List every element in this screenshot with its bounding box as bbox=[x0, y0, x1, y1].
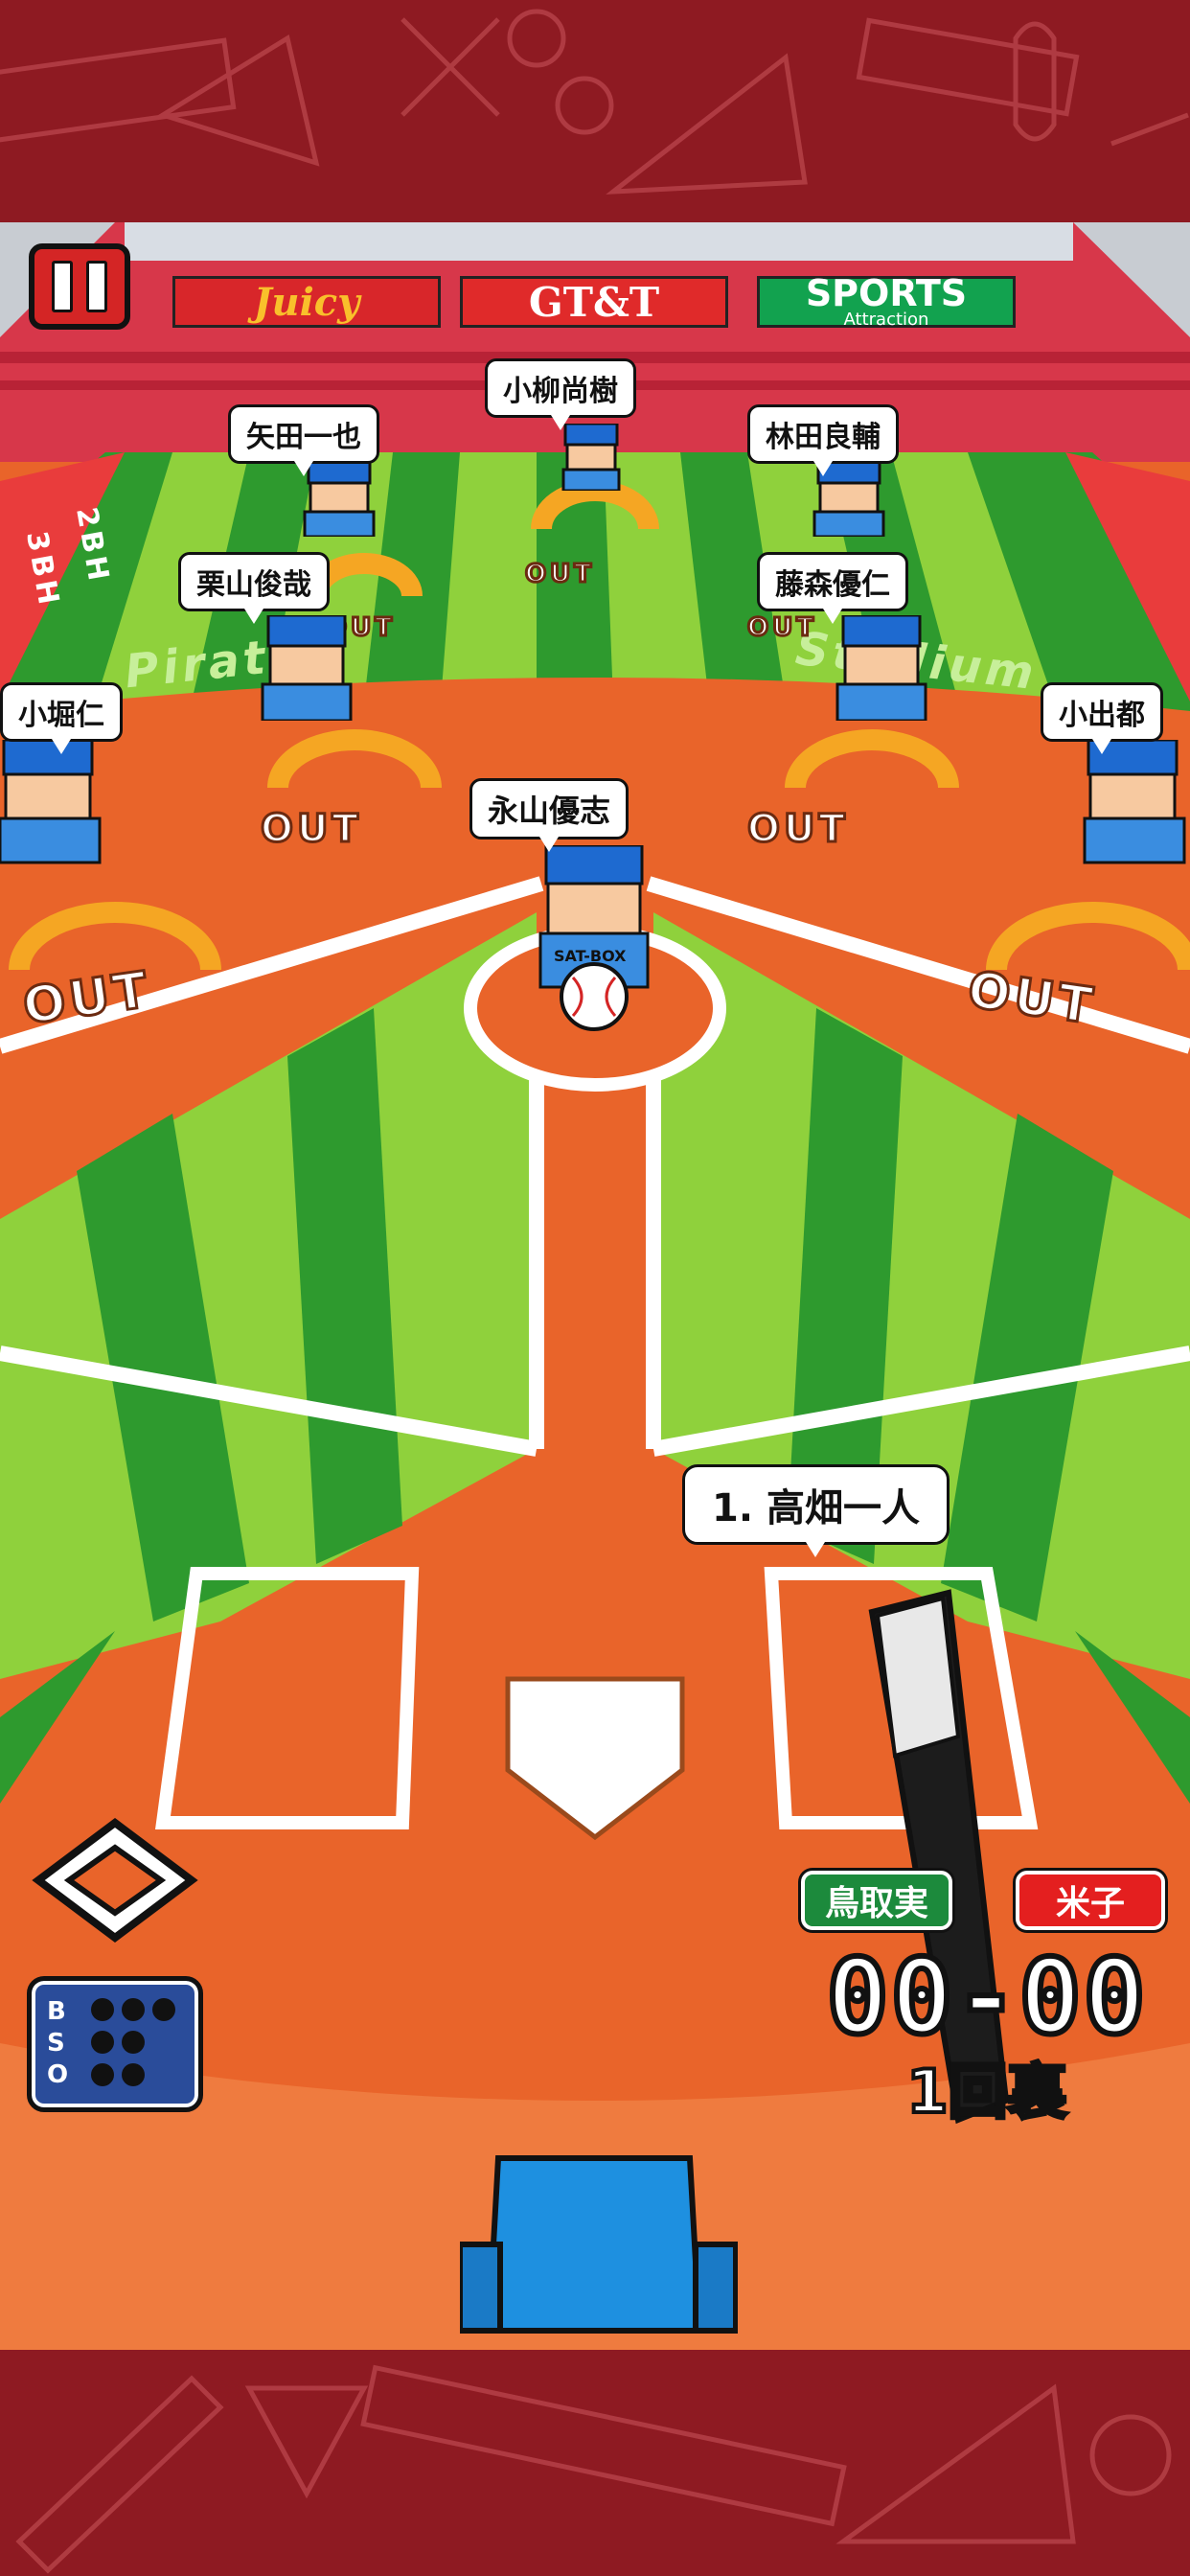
bso-indicator: B S O bbox=[27, 1976, 203, 2112]
inning-display: 1回裏 bbox=[904, 2055, 1068, 2128]
bubble-center: 小柳尚樹 bbox=[485, 358, 636, 430]
bubble-left-center: 矢田一也 bbox=[228, 404, 379, 476]
game-field[interactable]: Juicy GT&T SPORTS Attraction Pirates Sta… bbox=[0, 222, 1190, 2350]
bso-letter-s: S bbox=[47, 2029, 65, 2058]
ball-light-3 bbox=[152, 1998, 175, 2021]
strike-light-placeholder bbox=[152, 2031, 175, 2054]
batter-bubble: 1. 高畑一人 bbox=[682, 1464, 950, 1557]
bubble-right-center: 林田良輔 bbox=[747, 404, 899, 476]
fielder-far-left bbox=[0, 738, 105, 868]
fielder-left-inner bbox=[259, 613, 355, 724]
bubble-right-inner: 藤森優仁 bbox=[757, 552, 908, 624]
bso-letter-o: O bbox=[47, 2060, 69, 2089]
bso-lights bbox=[91, 1998, 175, 2086]
ball-light-1 bbox=[91, 1998, 114, 2021]
out-light-2 bbox=[122, 2063, 145, 2086]
bubble-pitcher: 永山優志 bbox=[469, 778, 629, 852]
strike-light-1 bbox=[91, 2031, 114, 2054]
bubble-far-right: 小出都 bbox=[1041, 682, 1163, 754]
stationery-pattern bbox=[0, 9, 1189, 195]
ball-light-2 bbox=[122, 1998, 145, 2021]
top-frame-band bbox=[0, 0, 1190, 222]
out-light-1 bbox=[91, 2063, 114, 2086]
bso-letter-b: B bbox=[47, 1997, 66, 2026]
away-team-badge: 米子 bbox=[1016, 1871, 1165, 1930]
out-label-left-inner: OUT bbox=[260, 806, 362, 853]
stationery-pattern-bottom bbox=[15, 2364, 1172, 2574]
out-light-placeholder bbox=[152, 2063, 175, 2086]
home-team-badge: 鳥取実 bbox=[801, 1871, 952, 1930]
out-label-right-inner: OUT bbox=[746, 806, 849, 853]
fielder-center bbox=[558, 422, 625, 494]
out-label-right-center: OUT bbox=[746, 612, 817, 644]
bubble-far-left: 小堀仁 bbox=[0, 682, 123, 754]
baseball-icon bbox=[560, 962, 629, 1031]
fielder-right-inner bbox=[834, 613, 929, 724]
bso-letters: B S O bbox=[47, 1996, 68, 2091]
fielder-far-right bbox=[1075, 738, 1190, 868]
bubble-left-inner: 栗山俊哉 bbox=[178, 552, 330, 624]
strike-light-2 bbox=[122, 2031, 145, 2054]
base-diamond-icon bbox=[32, 1818, 198, 1943]
out-label-center: OUT bbox=[524, 559, 595, 590]
bottom-frame-band bbox=[0, 2350, 1190, 2576]
score-display: 00-00 bbox=[823, 1935, 1148, 2060]
pitching-machine-icon bbox=[460, 2155, 738, 2334]
